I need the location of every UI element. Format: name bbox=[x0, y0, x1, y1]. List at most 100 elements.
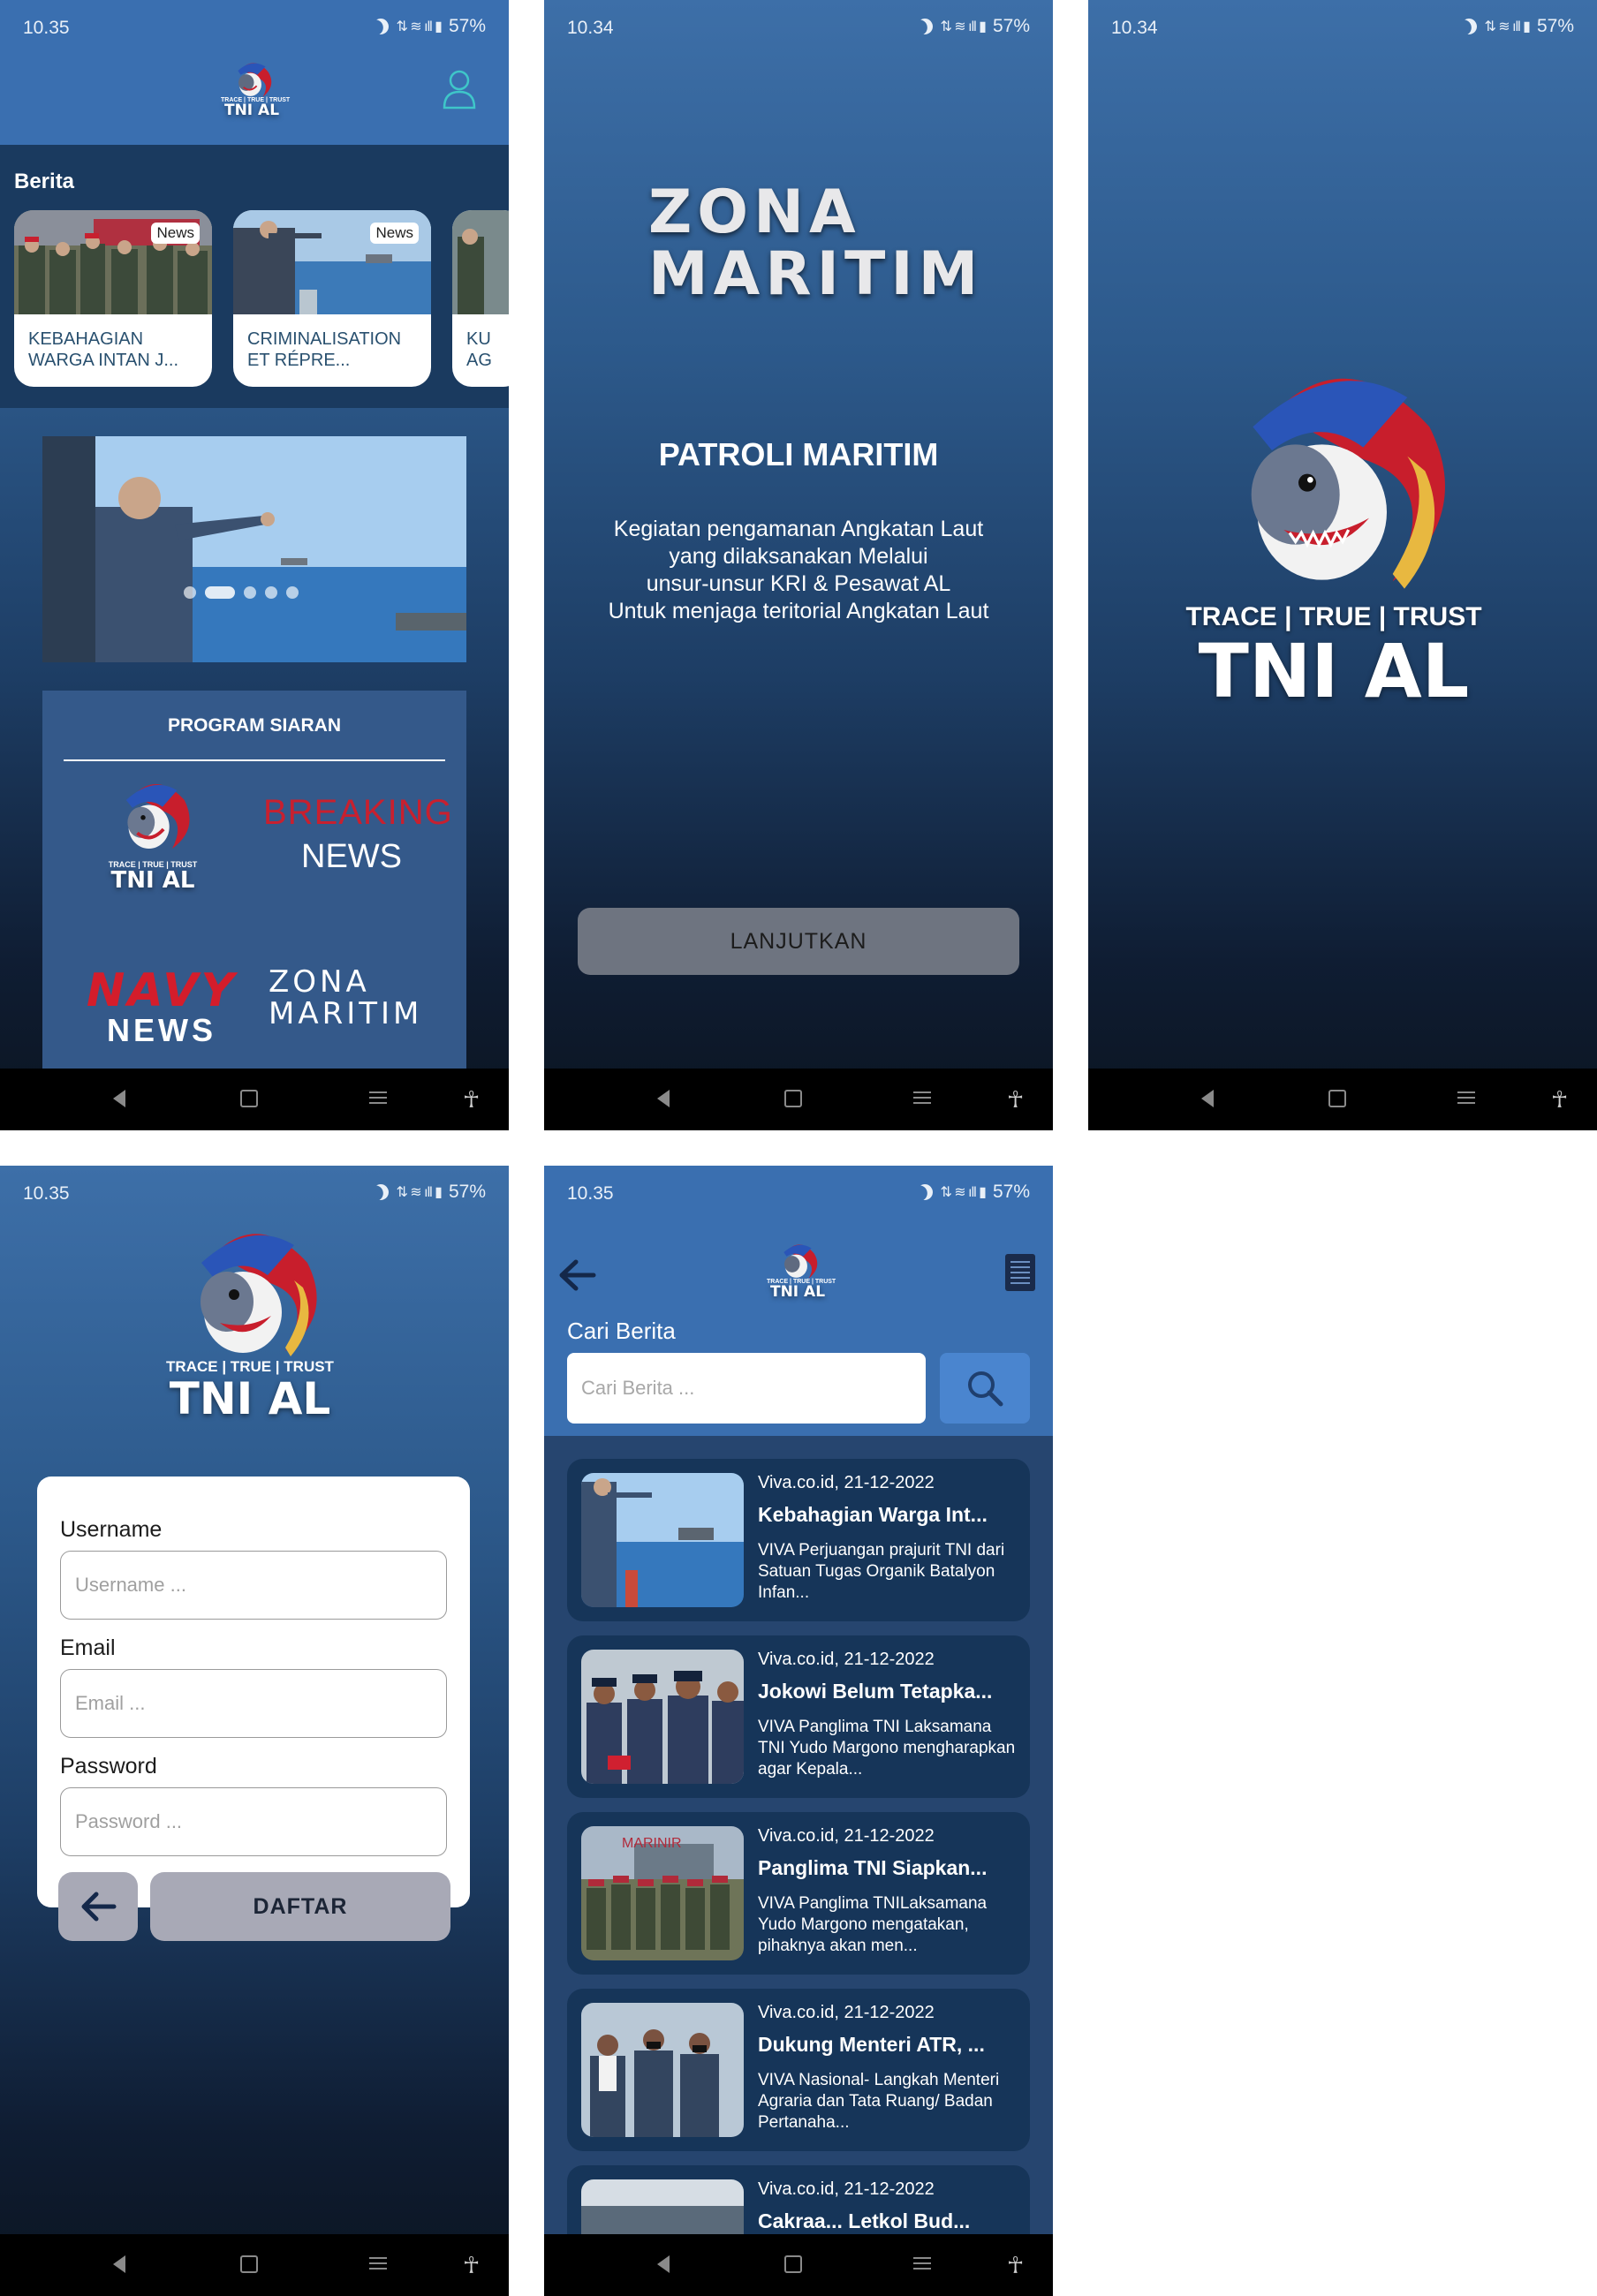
status-bar: 10.34 ⇅ ≋ ıll ▮ 57% bbox=[544, 0, 1053, 55]
status-time: 10.34 bbox=[567, 18, 614, 38]
status-icons: ⇅ ≋ ıll ▮ 57% bbox=[373, 16, 486, 37]
result-thumbnail bbox=[581, 1650, 744, 1784]
moon-icon bbox=[370, 1182, 392, 1204]
news-card[interactable]: KU AG bbox=[452, 210, 509, 387]
nav-back-icon[interactable] bbox=[657, 2252, 670, 2273]
result-thumbnail: MARINIR bbox=[581, 1826, 744, 1960]
status-bar: 10.35 ⇅ ≋ ıll ▮ 57% bbox=[544, 1166, 1053, 1220]
nav-back-icon[interactable] bbox=[1201, 1086, 1214, 1107]
maritim-label: MARITIM bbox=[648, 239, 984, 309]
maritim-label: MARITIM bbox=[269, 996, 423, 1031]
search-header: TRACE | TRUE | TRUST TNI AL Cari Berita bbox=[544, 1220, 1053, 1436]
app-logo: TRACE | TRUE | TRUST TNI AL bbox=[767, 1240, 836, 1300]
register-form: Username Email Password bbox=[37, 1477, 470, 1907]
accessibility-icon[interactable]: ☥ bbox=[463, 2252, 480, 2278]
logo-name: TNI AL bbox=[169, 1373, 331, 1424]
carousel-dot[interactable] bbox=[184, 586, 196, 599]
result-thumbnail bbox=[581, 2003, 744, 2137]
username-input[interactable] bbox=[60, 1551, 447, 1620]
android-nav-bar: ☥ bbox=[1088, 1069, 1597, 1130]
nav-home-icon[interactable] bbox=[1328, 1086, 1346, 1107]
status-time: 10.35 bbox=[23, 18, 70, 38]
nav-recent-icon[interactable] bbox=[369, 2252, 387, 2273]
result-description: VIVA Perjuangan prajurit TNI dari Satuan… bbox=[758, 1541, 1005, 1602]
list-item[interactable]: Viva.co.id, 21-12-2022 Kebahagian Warga … bbox=[567, 1459, 1030, 1621]
back-button[interactable] bbox=[58, 1872, 138, 1941]
moon-icon bbox=[914, 1182, 936, 1204]
news-section: Berita News KEBAHAGIAN WARGA INTAN J... bbox=[0, 145, 509, 408]
status-time: 10.35 bbox=[23, 1183, 70, 1204]
nav-recent-icon[interactable] bbox=[1457, 1086, 1475, 1107]
status-bar: 10.35 ⇅ ≋ ıll ▮ 57% bbox=[0, 0, 509, 55]
result-title: Cakraa... Letkol Bud... bbox=[758, 2209, 971, 2232]
nav-home-icon[interactable] bbox=[784, 1086, 802, 1107]
nav-back-icon[interactable] bbox=[113, 1086, 125, 1107]
carousel-dot[interactable] bbox=[265, 586, 277, 599]
result-title: Dukung Menteri ATR, ... bbox=[758, 2033, 985, 2056]
register-screen: 10.35 ⇅ ≋ ıll ▮ 57% TRACE | TRUE | TRUST… bbox=[0, 1166, 509, 2296]
carousel-indicators[interactable] bbox=[184, 586, 299, 599]
program-navy-news[interactable]: NAVY NEWS bbox=[78, 964, 246, 1049]
nav-home-icon[interactable] bbox=[784, 2252, 802, 2273]
nav-recent-icon[interactable] bbox=[913, 2252, 931, 2273]
list-item[interactable]: MARINIR Viva.co.id, 21-12-2022 Panglima … bbox=[567, 1812, 1030, 1975]
search-button[interactable] bbox=[940, 1353, 1030, 1424]
nav-home-icon[interactable] bbox=[240, 2252, 258, 2273]
battery-level: 57% bbox=[1536, 16, 1574, 36]
search-results: Viva.co.id, 21-12-2022 Kebahagian Warga … bbox=[544, 1436, 1053, 2234]
moon-icon bbox=[370, 16, 392, 38]
carousel-dot[interactable] bbox=[286, 586, 299, 599]
result-thumbnail bbox=[581, 2179, 744, 2234]
android-nav-bar: ☥ bbox=[0, 2234, 509, 2296]
nav-recent-icon[interactable] bbox=[913, 1086, 931, 1107]
email-input[interactable] bbox=[60, 1669, 447, 1738]
signal-icon: ⇅ ≋ ıll ▮ bbox=[940, 19, 987, 34]
arrow-left-icon bbox=[81, 1892, 117, 1922]
android-nav-bar: ☥ bbox=[0, 1069, 509, 1130]
list-item[interactable]: Viva.co.id, 21-12-2022 Cakraa... Letkol … bbox=[567, 2165, 1030, 2234]
register-button[interactable]: DAFTAR bbox=[150, 1872, 450, 1941]
result-description: VIVA Panglima TNILaksamana Yudo Margono … bbox=[758, 1894, 988, 1955]
banner-carousel[interactable] bbox=[42, 436, 466, 662]
nav-back-icon[interactable] bbox=[657, 1086, 670, 1107]
home-screen: 10.35 ⇅ ≋ ıll ▮ 57% TRACE | TRUE | TRUST… bbox=[0, 0, 509, 1130]
accessibility-icon[interactable]: ☥ bbox=[1007, 1086, 1024, 1113]
android-nav-bar: ☥ bbox=[544, 2234, 1053, 2296]
accessibility-icon[interactable]: ☥ bbox=[463, 1086, 480, 1113]
intro-screen: 10.34 ⇅ ≋ ıll ▮ 57% ZONA MARITIM PATROLI… bbox=[544, 0, 1053, 1130]
list-item[interactable]: Viva.co.id, 21-12-2022 Dukung Menteri AT… bbox=[567, 1989, 1030, 2151]
zona-label: ZONA bbox=[648, 177, 861, 247]
battery-level: 57% bbox=[448, 16, 486, 36]
program-section: PROGRAM SIARAN TRACE | TRUE | TRUST TNI … bbox=[42, 691, 466, 1130]
status-time: 10.34 bbox=[1111, 18, 1158, 38]
nav-recent-icon[interactable] bbox=[369, 1086, 387, 1107]
program-breaking-news[interactable]: BREAKING NEWS bbox=[263, 793, 452, 876]
news-card[interactable]: News KEBAHAGIAN WARGA INTAN J... bbox=[14, 210, 212, 387]
battery-level: 57% bbox=[992, 1182, 1030, 1202]
document-list-icon[interactable] bbox=[1005, 1254, 1035, 1291]
password-input[interactable] bbox=[60, 1787, 447, 1856]
program-tni-al[interactable]: TRACE | TRUE | TRUST TNI AL bbox=[104, 775, 201, 892]
program-zona-maritim[interactable]: ZONA MARITIM bbox=[269, 966, 422, 1030]
result-description: VIVA Nasional- Langkah Menteri Agraria d… bbox=[758, 2071, 1000, 2132]
result-thumbnail bbox=[581, 1473, 744, 1607]
news-card[interactable]: News CRIMINALISATION ET RÉPRE... bbox=[233, 210, 431, 387]
register-logo: TRACE | TRUE | TRUST TNI AL bbox=[157, 1219, 343, 1422]
list-item[interactable]: Viva.co.id, 21-12-2022 Jokowi Belum Teta… bbox=[567, 1635, 1030, 1798]
continue-button[interactable]: LANJUTKAN bbox=[578, 908, 1019, 975]
nav-home-icon[interactable] bbox=[240, 1086, 258, 1107]
shark-logo-icon bbox=[201, 1234, 317, 1356]
logo-name: TNI AL bbox=[1198, 628, 1470, 714]
carousel-dot[interactable] bbox=[244, 586, 256, 599]
accessibility-icon[interactable]: ☥ bbox=[1551, 1086, 1568, 1113]
splash-screen: 10.34 ⇅ ≋ ıll ▮ 57% TRACE | TRUE | TRUST… bbox=[1088, 0, 1597, 1130]
result-source: Viva.co.id, 21-12-2022 bbox=[758, 2179, 935, 2199]
accessibility-icon[interactable]: ☥ bbox=[1007, 2252, 1024, 2278]
battery-level: 57% bbox=[448, 1182, 486, 1202]
nav-back-icon[interactable] bbox=[113, 2252, 125, 2273]
carousel-dot-active[interactable] bbox=[205, 586, 235, 599]
user-profile-icon[interactable] bbox=[442, 69, 477, 110]
arrow-left-icon[interactable] bbox=[556, 1258, 597, 1293]
search-input[interactable] bbox=[567, 1353, 926, 1424]
status-bar: 10.35 ⇅ ≋ ıll ▮ 57% bbox=[0, 1166, 509, 1220]
